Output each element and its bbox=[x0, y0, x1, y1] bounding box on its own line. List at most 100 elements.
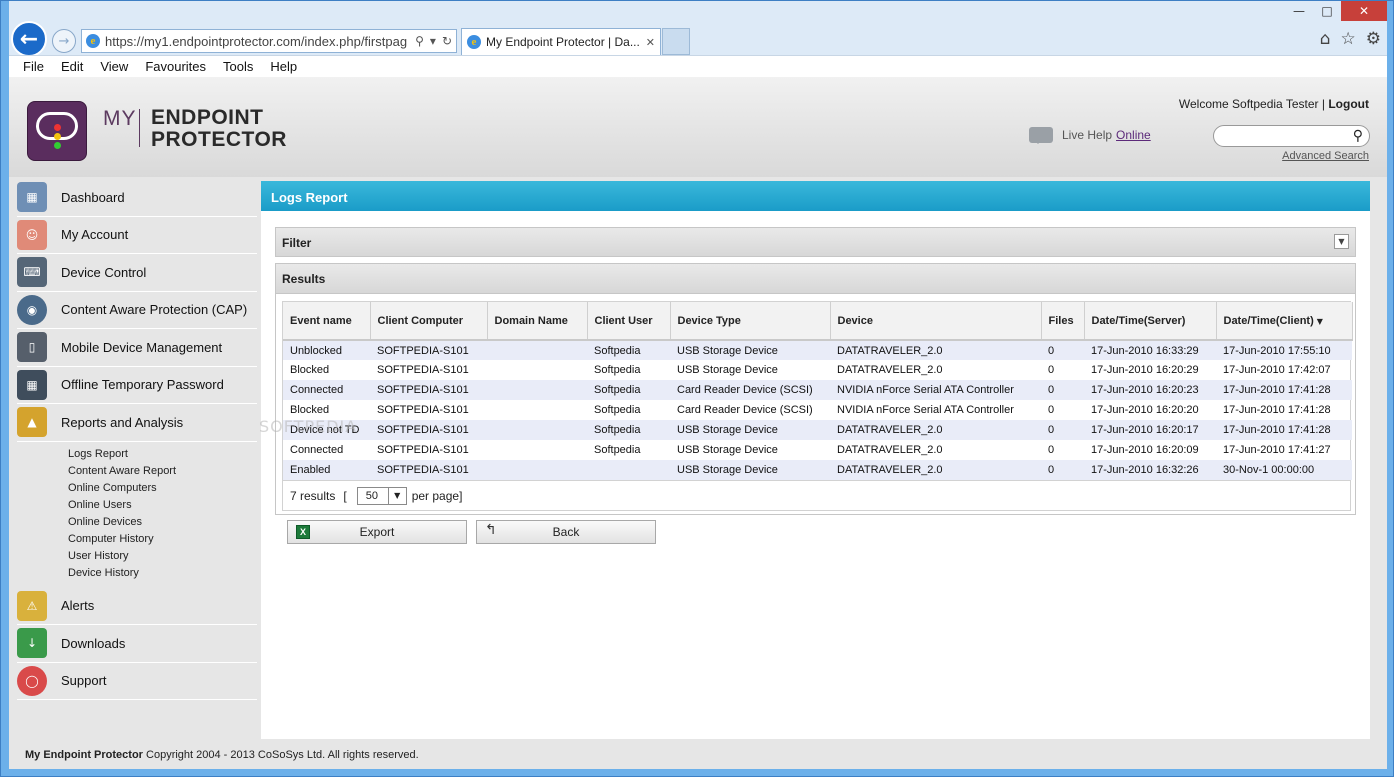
column-event-name[interactable]: Event name bbox=[283, 302, 371, 341]
submenu-online-users[interactable]: Online Users bbox=[68, 497, 257, 514]
sidebar-item-downloads[interactable]: ↓ Downloads bbox=[17, 625, 257, 663]
address-tools: ⚲ ▾ ↻ bbox=[415, 34, 452, 48]
submenu-content-aware-report[interactable]: Content Aware Report bbox=[68, 463, 257, 480]
logo-cloud-icon[interactable] bbox=[27, 101, 87, 161]
forward-arrow-icon[interactable]: → bbox=[52, 29, 76, 53]
page-footer: My Endpoint Protector Copyright 2004 - 2… bbox=[25, 749, 419, 761]
column-device-type[interactable]: Device Type bbox=[670, 302, 831, 341]
reports-submenu: Logs Report Content Aware Report Online … bbox=[17, 442, 257, 588]
submenu-online-computers[interactable]: Online Computers bbox=[68, 480, 257, 497]
close-button[interactable]: ✕ bbox=[1341, 1, 1387, 21]
advanced-search-link[interactable]: Advanced Search bbox=[1282, 150, 1369, 162]
menu-view[interactable]: View bbox=[100, 59, 128, 74]
live-help[interactable]: Live Help Online bbox=[1029, 127, 1151, 144]
calculator-icon: ▦ bbox=[17, 369, 47, 400]
menu-file[interactable]: File bbox=[23, 59, 44, 74]
submenu-logs-report[interactable]: Logs Report bbox=[68, 446, 257, 463]
column-files[interactable]: Files bbox=[1041, 302, 1085, 341]
window-controls: — □ ✕ bbox=[1285, 1, 1387, 21]
submenu-computer-history[interactable]: Computer History bbox=[68, 531, 257, 548]
filter-panel-header[interactable]: Filter ▼ bbox=[275, 227, 1356, 257]
table-row[interactable]: Device not TD SOFTPEDIA-S101 Softpedia USB … bbox=[283, 420, 1352, 440]
sidebar-item-support[interactable]: ◯ Support bbox=[17, 663, 257, 700]
settings-gear-icon[interactable]: ⚙ bbox=[1366, 29, 1381, 49]
alert-icon: ⚠ bbox=[17, 590, 47, 621]
column-date-time-server[interactable]: Date/Time(Server) bbox=[1084, 302, 1217, 341]
sidebar-item-my-account[interactable]: ☺ My Account bbox=[17, 217, 257, 254]
sidebar-item-reports-and-analysis[interactable]: ▲ Reports and Analysis bbox=[17, 404, 257, 442]
logs-table-wrapper: Event name Client Computer Domain Name C… bbox=[282, 301, 1353, 511]
table-header-row: Event name Client Computer Domain Name C… bbox=[283, 302, 1353, 341]
submenu-online-devices[interactable]: Online Devices bbox=[68, 514, 257, 531]
table-row[interactable]: Enabled SOFTPEDIA-S101 USB Storage Device D… bbox=[283, 460, 1352, 480]
home-icon[interactable]: ⌂ bbox=[1320, 29, 1331, 49]
browser-toolbar-right: ⌂ ☆ ⚙ bbox=[1320, 29, 1381, 49]
column-device[interactable]: Device bbox=[830, 302, 1042, 341]
sidebar-item-mobile-device-management[interactable]: ▯ Mobile Device Management bbox=[17, 329, 257, 367]
menu-help[interactable]: Help bbox=[270, 59, 297, 74]
tab-close-icon[interactable]: ✕ bbox=[646, 36, 655, 49]
logout-link[interactable]: Logout bbox=[1328, 97, 1369, 111]
sidebar-item-device-control[interactable]: ⌨ Device Control bbox=[17, 254, 257, 292]
sidebar-item-dashboard[interactable]: ▦ Dashboard bbox=[17, 179, 257, 217]
new-tab-button[interactable] bbox=[662, 28, 690, 55]
table-row[interactable]: Connected SOFTPEDIA-S101 Softpedia USB Stor… bbox=[283, 440, 1352, 460]
magnifier-icon[interactable]: ⚲ bbox=[1353, 128, 1363, 144]
menu-tools[interactable]: Tools bbox=[223, 59, 253, 74]
menu-edit[interactable]: Edit bbox=[61, 59, 83, 74]
favorites-star-icon[interactable]: ☆ bbox=[1341, 29, 1356, 49]
watermark-text: SOFTPEDIA bbox=[259, 417, 358, 436]
maximize-button[interactable]: □ bbox=[1313, 1, 1341, 21]
back-button[interactable]: ↰ Back bbox=[476, 520, 656, 544]
welcome-area: Welcome Softpedia Tester | Logout bbox=[1179, 97, 1369, 111]
logo-endpoint-protector-text: ENDPOINT PROTECTOR bbox=[151, 106, 287, 151]
column-client-computer[interactable]: Client Computer bbox=[370, 302, 488, 341]
tab-favicon-icon: e bbox=[467, 35, 481, 49]
logs-table: Event name Client Computer Domain Name C… bbox=[283, 302, 1353, 480]
page-title: Logs Report bbox=[261, 181, 1370, 211]
browser-tab[interactable]: e My Endpoint Protector | Da... ✕ bbox=[461, 28, 661, 55]
refresh-icon[interactable]: ↻ bbox=[442, 34, 452, 48]
pager-bracket-open: [ bbox=[343, 488, 347, 503]
column-date-time-client[interactable]: Date/Time(Client) ▼ bbox=[1216, 302, 1353, 341]
submenu-user-history[interactable]: User History bbox=[68, 548, 257, 565]
table-row[interactable]: Blocked SOFTPEDIA-S101 Softpedia Card Reade… bbox=[283, 400, 1352, 420]
minimize-button[interactable]: — bbox=[1285, 1, 1313, 21]
tablet-icon: ▯ bbox=[17, 332, 47, 363]
return-arrow-icon: ↰ bbox=[485, 522, 497, 538]
tab-title: My Endpoint Protector | Da... bbox=[486, 35, 640, 49]
per-page-label: per page] bbox=[411, 488, 463, 503]
results-label: Results bbox=[276, 264, 1355, 294]
live-help-status-link[interactable]: Online bbox=[1116, 128, 1151, 142]
sidebar-item-alerts[interactable]: ⚠ Alerts bbox=[17, 588, 257, 625]
web-page: MY ENDPOINT PROTECTOR Welcome Softpedia … bbox=[9, 77, 1387, 769]
submenu-device-history[interactable]: Device History bbox=[68, 565, 257, 582]
export-button[interactable]: X Export bbox=[287, 520, 467, 544]
footer-brand: My Endpoint Protector bbox=[25, 749, 143, 761]
main-content: Logs Report Filter ▼ Results Event name bbox=[261, 181, 1370, 739]
search-input[interactable]: ⚲ bbox=[1213, 125, 1370, 147]
sidebar-nav: ▦ Dashboard ☺ My Account ⌨ Device Contro… bbox=[17, 179, 257, 700]
sidebar-item-cap[interactable]: ◉ Content Aware Protection (CAP) bbox=[17, 292, 257, 329]
device-control-icon: ⌨ bbox=[17, 257, 47, 288]
sidebar-item-offline-temporary-password[interactable]: ▦ Offline Temporary Password bbox=[17, 367, 257, 404]
table-row[interactable]: Connected SOFTPEDIA-S101 Softpedia Card Rea… bbox=[283, 380, 1352, 400]
expand-chevron-icon[interactable]: ▼ bbox=[1334, 234, 1349, 249]
logo-divider bbox=[139, 109, 140, 147]
table-row[interactable]: Blocked SOFTPEDIA-S101 Softpedia USB Storag… bbox=[283, 360, 1352, 380]
table-row[interactable]: Unblocked SOFTPEDIA-S101 Softpedia USB Stor… bbox=[283, 340, 1352, 360]
url-text[interactable]: https://my1.endpointprotector.com/index.… bbox=[105, 34, 411, 49]
column-client-user[interactable]: Client User bbox=[587, 302, 671, 341]
live-help-label: Live Help bbox=[1062, 128, 1113, 142]
column-domain-name[interactable]: Domain Name bbox=[487, 302, 588, 341]
back-arrow-icon[interactable]: ← bbox=[11, 21, 47, 57]
per-page-select[interactable]: 50 ▼ bbox=[356, 486, 407, 505]
address-bar[interactable]: e https://my1.endpointprotector.com/inde… bbox=[81, 29, 457, 53]
dropdown-icon[interactable]: ▾ bbox=[430, 34, 436, 48]
cap-icon: ◉ bbox=[17, 294, 47, 325]
download-icon: ↓ bbox=[17, 628, 47, 659]
search-icon[interactable]: ⚲ bbox=[415, 34, 424, 48]
browser-window: — □ ✕ ← → e https://my1.endpointprotecto… bbox=[0, 0, 1394, 777]
menu-favourites[interactable]: Favourites bbox=[145, 59, 206, 74]
welcome-text: Welcome Softpedia Tester bbox=[1178, 97, 1319, 111]
